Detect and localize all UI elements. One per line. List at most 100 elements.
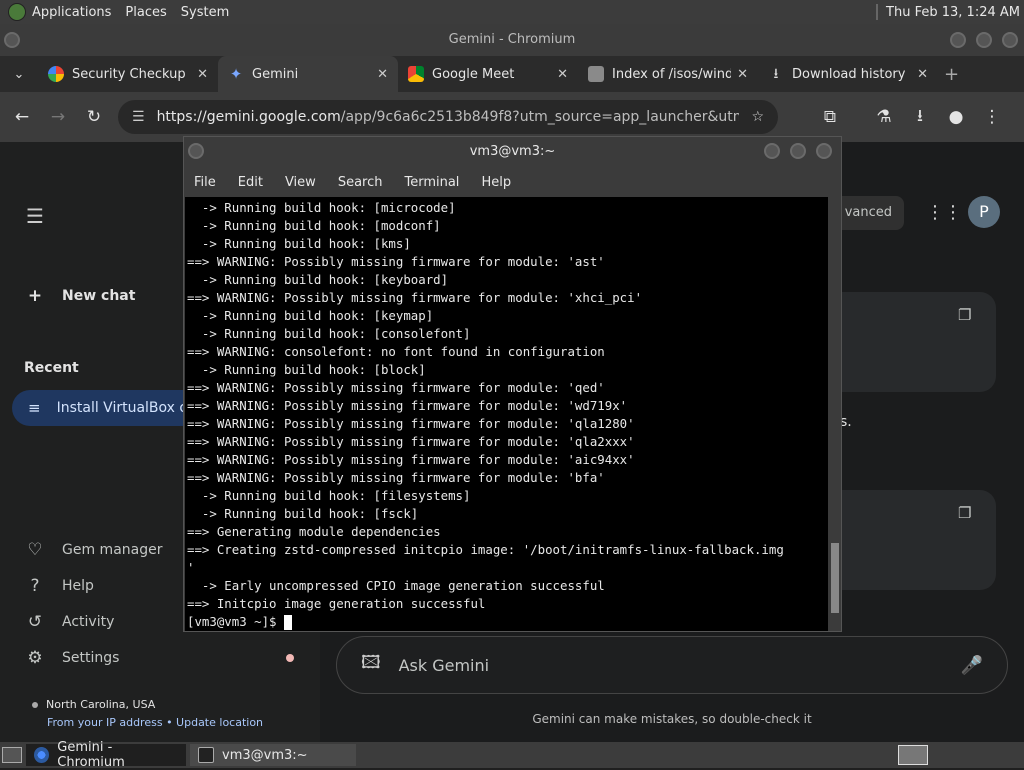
terminal-scrollbar[interactable] — [829, 197, 841, 631]
tab-close-icon[interactable]: ✕ — [197, 67, 208, 82]
tab-index-of-isos[interactable]: Index of /isos/wind ✕ — [578, 56, 758, 92]
taskbar-item-terminal[interactable]: vm3@vm3:~ — [190, 744, 356, 766]
workspace-switcher[interactable] — [898, 745, 928, 765]
downloads-icon[interactable]: ⭳ — [902, 103, 938, 132]
top-panel: Applications Places System Thu Feb 13, 1… — [0, 0, 1024, 24]
window-menu-button[interactable] — [4, 32, 20, 48]
address-bar[interactable]: ☰ https://gemini.google.com/app/9c6a6c25… — [118, 100, 778, 134]
avatar[interactable]: P — [968, 196, 1000, 228]
tab-close-icon[interactable]: ✕ — [377, 67, 388, 82]
profile-icon[interactable]: ● — [938, 107, 974, 127]
sidebar-item-gem-manager[interactable]: ♡ Gem manager — [24, 540, 162, 560]
history-icon: ↺ — [27, 612, 43, 632]
menu-applications[interactable]: Applications — [32, 5, 111, 20]
tab-gemini[interactable]: ✦ Gemini ✕ — [218, 56, 398, 92]
terminal-scrollbar-thumb[interactable] — [831, 543, 839, 613]
tab-close-icon[interactable]: ✕ — [917, 67, 928, 82]
terminal-menu-terminal[interactable]: Terminal — [404, 175, 459, 190]
gnome-logo-icon[interactable] — [8, 3, 26, 21]
sidebar-item-settings[interactable]: ⚙ Settings — [24, 648, 119, 668]
terminal-line: -> Running build hook: [fsck] — [187, 506, 419, 521]
tab-label: Gemini — [252, 66, 299, 82]
terminal-menu-search[interactable]: Search — [338, 175, 383, 190]
terminal-line: -> Early uncompressed CPIO image generat… — [187, 578, 605, 593]
terminal-icon — [198, 747, 214, 763]
url-host: https://gemini.google.com — [156, 109, 341, 125]
terminal-menubar: File Edit View Search Terminal Help — [184, 167, 841, 197]
url-text: https://gemini.google.com/app/9c6a6c2513… — [157, 109, 740, 125]
forward-arrow-icon[interactable]: → — [40, 107, 76, 127]
taskbar-item-chromium[interactable]: Gemini - Chromium — [26, 740, 186, 770]
gem-heart-icon: ♡ — [27, 540, 43, 560]
back-arrow-icon[interactable]: ← — [4, 107, 40, 127]
location-text: North Carolina, USA — [32, 698, 155, 711]
terminal-line: ==> WARNING: consolefont: no font found … — [187, 344, 605, 359]
browser-title-bar: Gemini - Chromium — [0, 24, 1024, 56]
terminal-menu-file[interactable]: File — [194, 175, 216, 190]
kebab-menu-icon[interactable]: ⋮ — [974, 107, 1010, 127]
sidebar-item-help[interactable]: ? Help — [24, 576, 93, 596]
menu-places[interactable]: Places — [125, 5, 166, 20]
extensions-icon[interactable]: ⧉ — [812, 107, 848, 127]
google-icon — [48, 66, 64, 82]
terminal-window: vm3@vm3:~ File Edit View Search Terminal… — [183, 136, 842, 632]
terminal-line: ==> Creating zstd-compressed initcpio im… — [187, 542, 784, 557]
index-icon — [588, 66, 604, 82]
terminal-maximize-button[interactable] — [790, 143, 806, 159]
terminal-line: ==> WARNING: Possibly missing firmware f… — [187, 398, 628, 413]
disclaimer-text: Gemini can make mistakes, so double-chec… — [532, 712, 812, 726]
terminal-output[interactable]: -> Running build hook: [microcode] -> Ru… — [185, 197, 828, 631]
tab-close-icon[interactable]: ✕ — [557, 67, 568, 82]
tab-google-meet[interactable]: Google Meet ✕ — [398, 56, 578, 92]
location-label: North Carolina, USA — [46, 698, 156, 711]
terminal-line: -> Running build hook: [keymap] — [187, 308, 434, 323]
terminal-close-button[interactable] — [816, 143, 832, 159]
terminal-menu-view[interactable]: View — [285, 175, 316, 190]
terminal-line: -> Running build hook: [keyboard] — [187, 272, 449, 287]
location-links[interactable]: From your IP address • Update location — [47, 716, 263, 729]
terminal-menu-edit[interactable]: Edit — [238, 175, 263, 190]
minimize-button[interactable] — [950, 32, 966, 48]
terminal-menu-help[interactable]: Help — [481, 175, 511, 190]
tab-security-checkup[interactable]: Security Checkup ✕ — [38, 56, 218, 92]
bookmark-star-icon[interactable]: ☆ — [751, 109, 764, 125]
hamburger-menu-icon[interactable]: ☰ — [26, 204, 44, 228]
site-info-icon[interactable]: ☰ — [132, 109, 145, 125]
new-chat-label: New chat — [62, 288, 136, 304]
tab-download-history[interactable]: ⭳ Download history ✕ — [758, 56, 938, 92]
reload-icon[interactable]: ↻ — [76, 107, 112, 127]
close-button[interactable] — [1002, 32, 1018, 48]
sidebar-item-activity[interactable]: ↺ Activity — [24, 612, 114, 632]
terminal-minimize-button[interactable] — [764, 143, 780, 159]
sidebar-item-label: Settings — [62, 650, 120, 666]
tab-search-chevron-icon[interactable]: ⌄ — [0, 67, 38, 82]
new-chat-button[interactable]: + New chat — [24, 286, 136, 306]
maximize-button[interactable] — [976, 32, 992, 48]
terminal-title: vm3@vm3:~ — [469, 144, 556, 159]
labs-flask-icon[interactable]: ⚗ — [866, 107, 902, 127]
menu-system[interactable]: System — [181, 5, 229, 20]
help-icon: ? — [30, 576, 40, 596]
copy-icon[interactable]: ❐ — [958, 504, 971, 522]
terminal-line: ==> WARNING: Possibly missing firmware f… — [187, 434, 635, 449]
copy-icon[interactable]: ❐ — [958, 306, 971, 324]
terminal-cursor — [283, 615, 292, 630]
add-image-icon[interactable]: 🖾 — [361, 650, 381, 680]
ask-gemini-input[interactable]: Ask Gemini — [399, 656, 961, 675]
tab-label: Download history — [792, 66, 906, 82]
show-desktop-icon[interactable] — [2, 747, 22, 763]
taskbar-item-label: Gemini - Chromium — [57, 740, 125, 770]
recent-heading: Recent — [24, 360, 79, 376]
terminal-window-menu-button[interactable] — [188, 143, 204, 159]
meet-icon — [408, 66, 424, 82]
clock[interactable]: Thu Feb 13, 1:24 AM — [886, 5, 1020, 20]
new-tab-plus-icon[interactable]: + — [944, 64, 959, 85]
microphone-icon[interactable]: 🎤 — [961, 655, 983, 676]
tab-label: Google Meet — [432, 66, 515, 82]
sidebar-item-label: Gem manager — [62, 542, 163, 558]
tab-strip: ⌄ Security Checkup ✕ ✦ Gemini ✕ Google M… — [0, 56, 1024, 92]
terminal-title-bar[interactable]: vm3@vm3:~ — [184, 137, 841, 167]
tab-label: Index of /isos/wind — [612, 66, 732, 82]
url-path: /app/9c6a6c2513b849f8?utm_source=app_lau… — [340, 109, 740, 125]
tab-close-icon[interactable]: ✕ — [737, 67, 748, 82]
